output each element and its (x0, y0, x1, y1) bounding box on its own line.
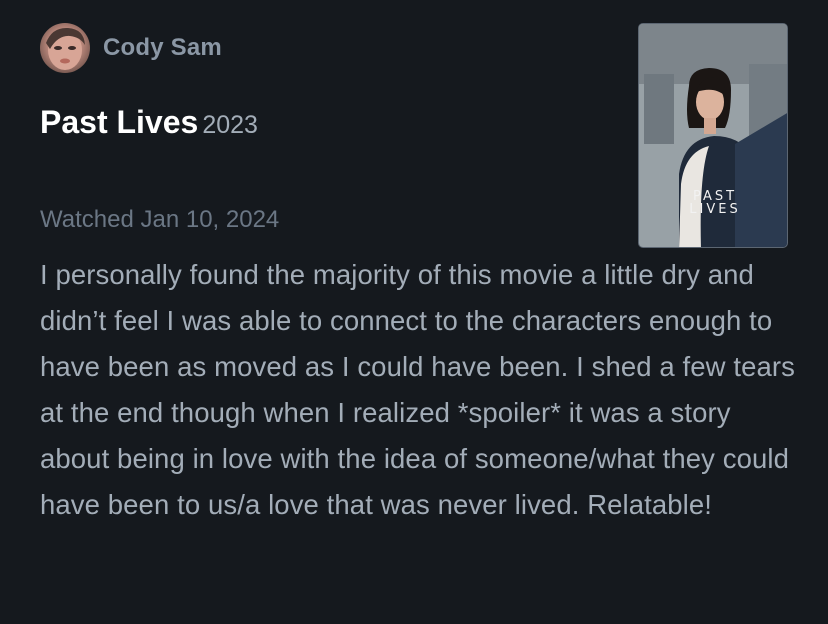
review-card: Cody Sam Past Lives 2023 Watched Jan 10, … (0, 0, 828, 624)
film-title[interactable]: Past Lives (40, 104, 198, 140)
author-name[interactable]: Cody Sam (103, 34, 222, 62)
film-year[interactable]: 2023 (202, 111, 258, 139)
film-poster[interactable]: PAST LIVES (638, 23, 788, 248)
film-heading: Past Lives 2023 (40, 104, 258, 141)
user-avatar-icon[interactable] (40, 23, 90, 73)
poster-title: PAST LIVES (685, 190, 745, 216)
poster-title-line2: LIVES (689, 202, 741, 217)
watched-date: Watched Jan 10, 2024 (40, 206, 280, 233)
review-body: I personally found the majority of this … (40, 259, 795, 520)
author-link[interactable]: Cody Sam (40, 23, 222, 73)
